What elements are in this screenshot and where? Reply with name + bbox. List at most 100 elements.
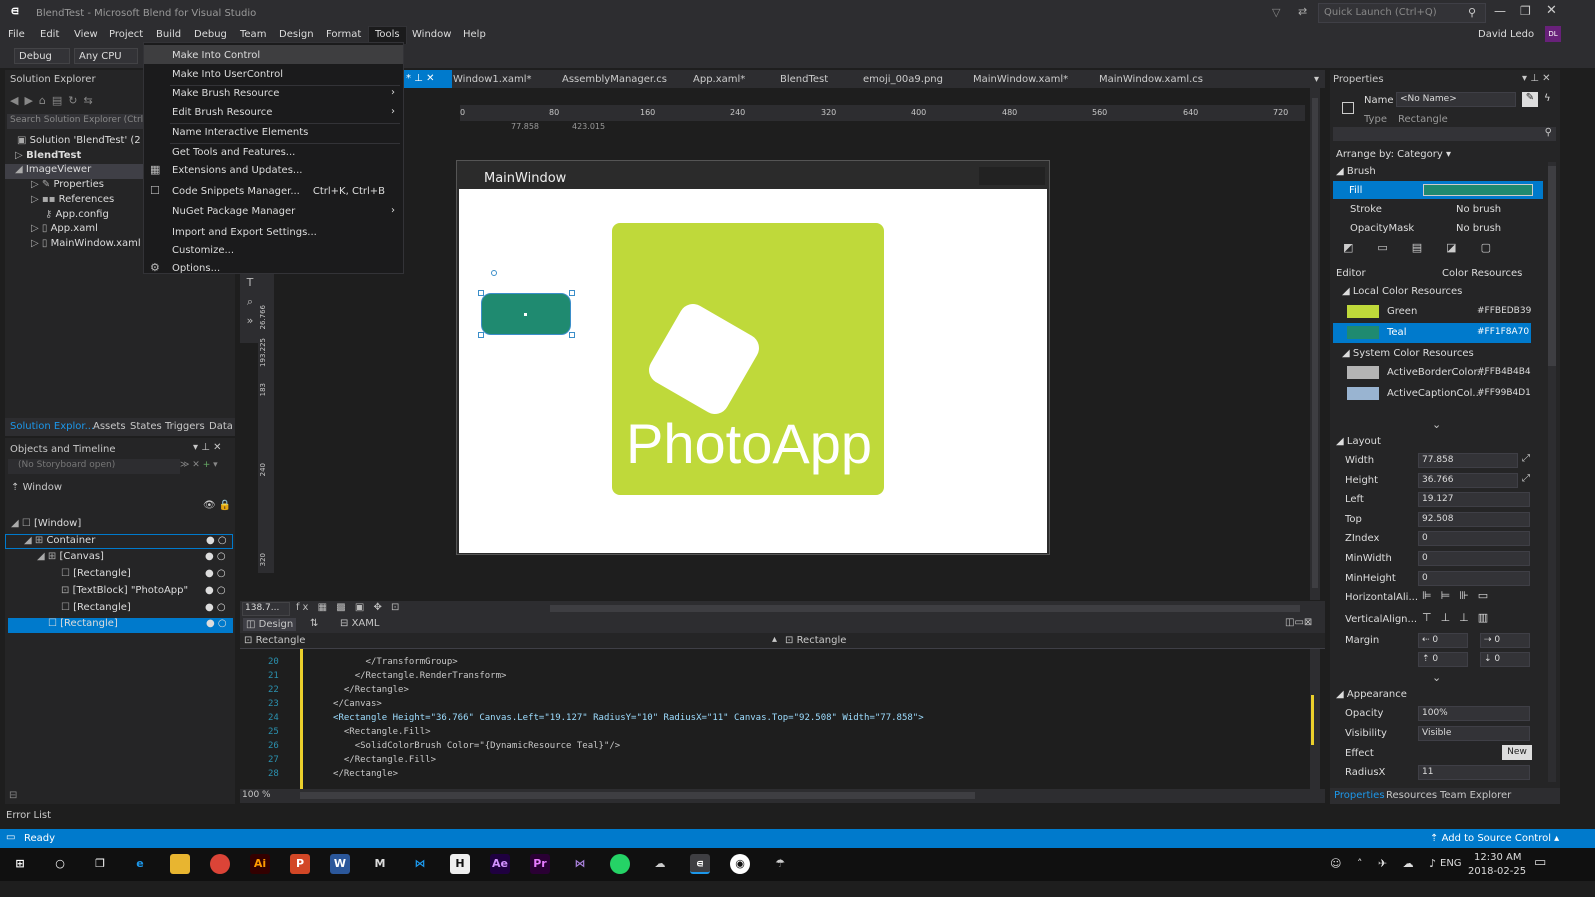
resize-handle[interactable] [569, 332, 575, 338]
mendeley-icon[interactable]: M [370, 854, 390, 874]
edge-icon[interactable]: e [130, 854, 150, 874]
top-input[interactable]: 92.508 [1418, 512, 1530, 527]
storyboard-actions[interactable]: ≫ ✕ + ▾ [180, 460, 218, 470]
resize-handle[interactable] [478, 332, 484, 338]
tab-triggers[interactable]: Triggers [165, 421, 205, 432]
powerpoint-icon[interactable]: P [290, 854, 310, 874]
tab-emoji-png[interactable]: emoji_00a9.png [863, 74, 943, 85]
illustrator-icon[interactable]: Ai [250, 854, 270, 874]
tab-mainwindow-xaml[interactable]: MainWindow.xaml* [973, 74, 1068, 85]
zoom-tool-icon[interactable]: ⌕ [240, 292, 260, 311]
color-resources-tab[interactable]: Color Resources [1442, 268, 1522, 279]
tab-xaml[interactable]: ⊟ XAML [340, 618, 379, 629]
menu-item-extensions[interactable]: ▦ Extensions and Updates... [144, 160, 403, 179]
expand-more-icon[interactable]: ⌄ [1432, 671, 1441, 684]
auto-size-icon[interactable]: ⤢ [1522, 453, 1530, 464]
whatsapp-icon[interactable] [610, 854, 630, 874]
object-rectangle-1[interactable]: ☐ [Rectangle] ● ○ [61, 568, 226, 583]
properties-pin-icons[interactable]: ▾ ⊥ ✕ [1522, 73, 1550, 84]
brush-type-tabs[interactable]: ◩▭▤◪▢ [1333, 241, 1543, 259]
tree-app-config[interactable]: ⚷ App.config [45, 209, 109, 224]
word-icon[interactable]: W [330, 854, 350, 874]
tab-states[interactable]: States [130, 421, 162, 432]
search-icon[interactable]: ⚲ [1468, 6, 1476, 19]
filter-icon[interactable]: ▽ [1272, 6, 1280, 19]
user-avatar[interactable]: DL [1545, 26, 1561, 42]
tab-properties[interactable]: Properties [1334, 790, 1385, 801]
tab-team-explorer[interactable]: Team Explorer [1440, 790, 1511, 801]
margin-left-input[interactable]: ⇠ 0 [1418, 633, 1468, 648]
wrench-icon[interactable]: ✎ [1522, 92, 1538, 107]
expand-more-icon[interactable]: ⌄ [1432, 418, 1441, 431]
pin-icon[interactable]: ▾ ⊥ ✕ [193, 442, 221, 453]
events-icon[interactable]: ϟ [1544, 93, 1551, 104]
tree-app-xaml[interactable]: ▷ ▯ App.xaml [31, 223, 98, 238]
menu-item-make-into-usercontrol[interactable]: Make Into UserControl [144, 64, 403, 83]
more-tools-icon[interactable]: » [240, 311, 260, 330]
menu-item-import-export[interactable]: Import and Export Settings... [144, 222, 403, 241]
menu-view[interactable]: View [74, 29, 98, 40]
menu-item-edit-brush-resource[interactable]: Edit Brush Resource › [144, 102, 403, 121]
visual-studio-icon[interactable]: ⋈ [570, 854, 590, 874]
timeline-toggle-icon[interactable]: ⊟ [9, 790, 17, 801]
tab-design[interactable]: ◫ Design [243, 618, 297, 631]
arrange-by-dropdown[interactable]: Arrange by: Category ▾ [1336, 149, 1451, 160]
misc-app-icon[interactable]: ☂ [770, 854, 790, 874]
windows-start-icon[interactable]: ⊞ [10, 854, 30, 874]
tab-data[interactable]: Data [209, 421, 233, 432]
split-view-icons[interactable]: ◫▭⊠ [1285, 617, 1312, 628]
chrome-icon[interactable] [210, 854, 230, 874]
xaml-editor[interactable]: 20 </TransformGroup> 21 </Rectangle.Rend… [240, 649, 1325, 789]
properties-search-input[interactable]: ⚲ [1333, 127, 1556, 141]
name-input[interactable]: <No Name> [1396, 92, 1516, 107]
object-textblock[interactable]: ⊡ [TextBlock] "PhotoApp" ● ○ [61, 585, 226, 600]
tree-references[interactable]: ▷ ▪▪ References [31, 194, 114, 209]
menu-team[interactable]: Team [240, 29, 266, 40]
opacity-input[interactable]: 100% [1418, 706, 1530, 721]
expand-icon[interactable]: ▷ [15, 150, 26, 161]
tab-blendtest[interactable]: BlendTest [780, 74, 828, 85]
menu-item-code-snippets[interactable]: ☐ Code Snippets Manager... Ctrl+K, Ctrl+B [144, 181, 403, 200]
resource-activeborder[interactable]: ActiveBorderColor... #FFB4B4B4 [1333, 363, 1531, 383]
feedback-icon[interactable]: ⇄ [1298, 5, 1307, 18]
rotate-handle[interactable] [491, 270, 497, 276]
after-effects-icon[interactable]: Ae [490, 854, 510, 874]
tab-resources[interactable]: Resources [1386, 790, 1437, 801]
menu-format[interactable]: Format [326, 29, 361, 40]
valign-buttons[interactable]: ⊤⊥⊥▥ [1422, 611, 1497, 624]
editor-zoom[interactable]: 100 % [242, 790, 271, 800]
notification-icon[interactable]: ▭ [1534, 855, 1546, 870]
h-app-icon[interactable]: H [450, 854, 470, 874]
menu-item-customize[interactable]: Customize... [144, 240, 403, 259]
menu-window[interactable]: Window [412, 29, 451, 40]
platform-dropdown[interactable]: Any CPU [74, 48, 138, 64]
appearance-section-header[interactable]: ◢ Appearance [1336, 689, 1407, 700]
zoom-dropdown[interactable]: 138.7... [242, 602, 290, 616]
menu-item-nuget[interactable]: NuGet Package Manager › [144, 201, 403, 220]
tree-mainwindow-xaml[interactable]: ▷ ▯ MainWindow.xaml [31, 238, 141, 253]
tab-window1[interactable]: Window1.xaml* [453, 74, 532, 85]
horizontal-scrollbar[interactable] [550, 605, 1300, 612]
photo-card-shape[interactable] [643, 298, 765, 420]
fill-swatch[interactable] [1423, 184, 1533, 196]
fill-row[interactable]: Fill [1333, 181, 1543, 199]
local-resources-header[interactable]: ◢ Local Color Resources [1342, 286, 1462, 297]
brush-section-header[interactable]: ◢ Brush [1336, 166, 1376, 177]
editor-scrollbar[interactable] [1310, 649, 1320, 789]
resource-teal[interactable]: Teal #FF1F8A70 [1333, 323, 1531, 343]
tab-app-xaml[interactable]: App.xaml* [693, 74, 745, 85]
close-window-button[interactable]: ✕ [1546, 3, 1557, 18]
minheight-input[interactable]: 0 [1418, 571, 1530, 586]
resource-green[interactable]: Green #FFBEDB39 [1333, 302, 1531, 322]
system-resources-header[interactable]: ◢ System Color Resources [1342, 348, 1474, 359]
premiere-icon[interactable]: Pr [530, 854, 550, 874]
tab-active-close[interactable]: * ⊥ ✕ [404, 70, 452, 88]
menu-item-name-interactive[interactable]: Name Interactive Elements [144, 122, 403, 141]
halign-buttons[interactable]: ⊫⊨⊪▭ [1422, 589, 1497, 602]
menu-help[interactable]: Help [463, 29, 486, 40]
menu-edit[interactable]: Edit [40, 29, 59, 40]
margin-top-input[interactable]: ⇡ 0 [1418, 652, 1468, 667]
photoapp-tile[interactable]: PhotoApp [612, 223, 884, 495]
tab-assets[interactable]: Assets [93, 421, 126, 432]
minwidth-input[interactable]: 0 [1418, 551, 1530, 566]
